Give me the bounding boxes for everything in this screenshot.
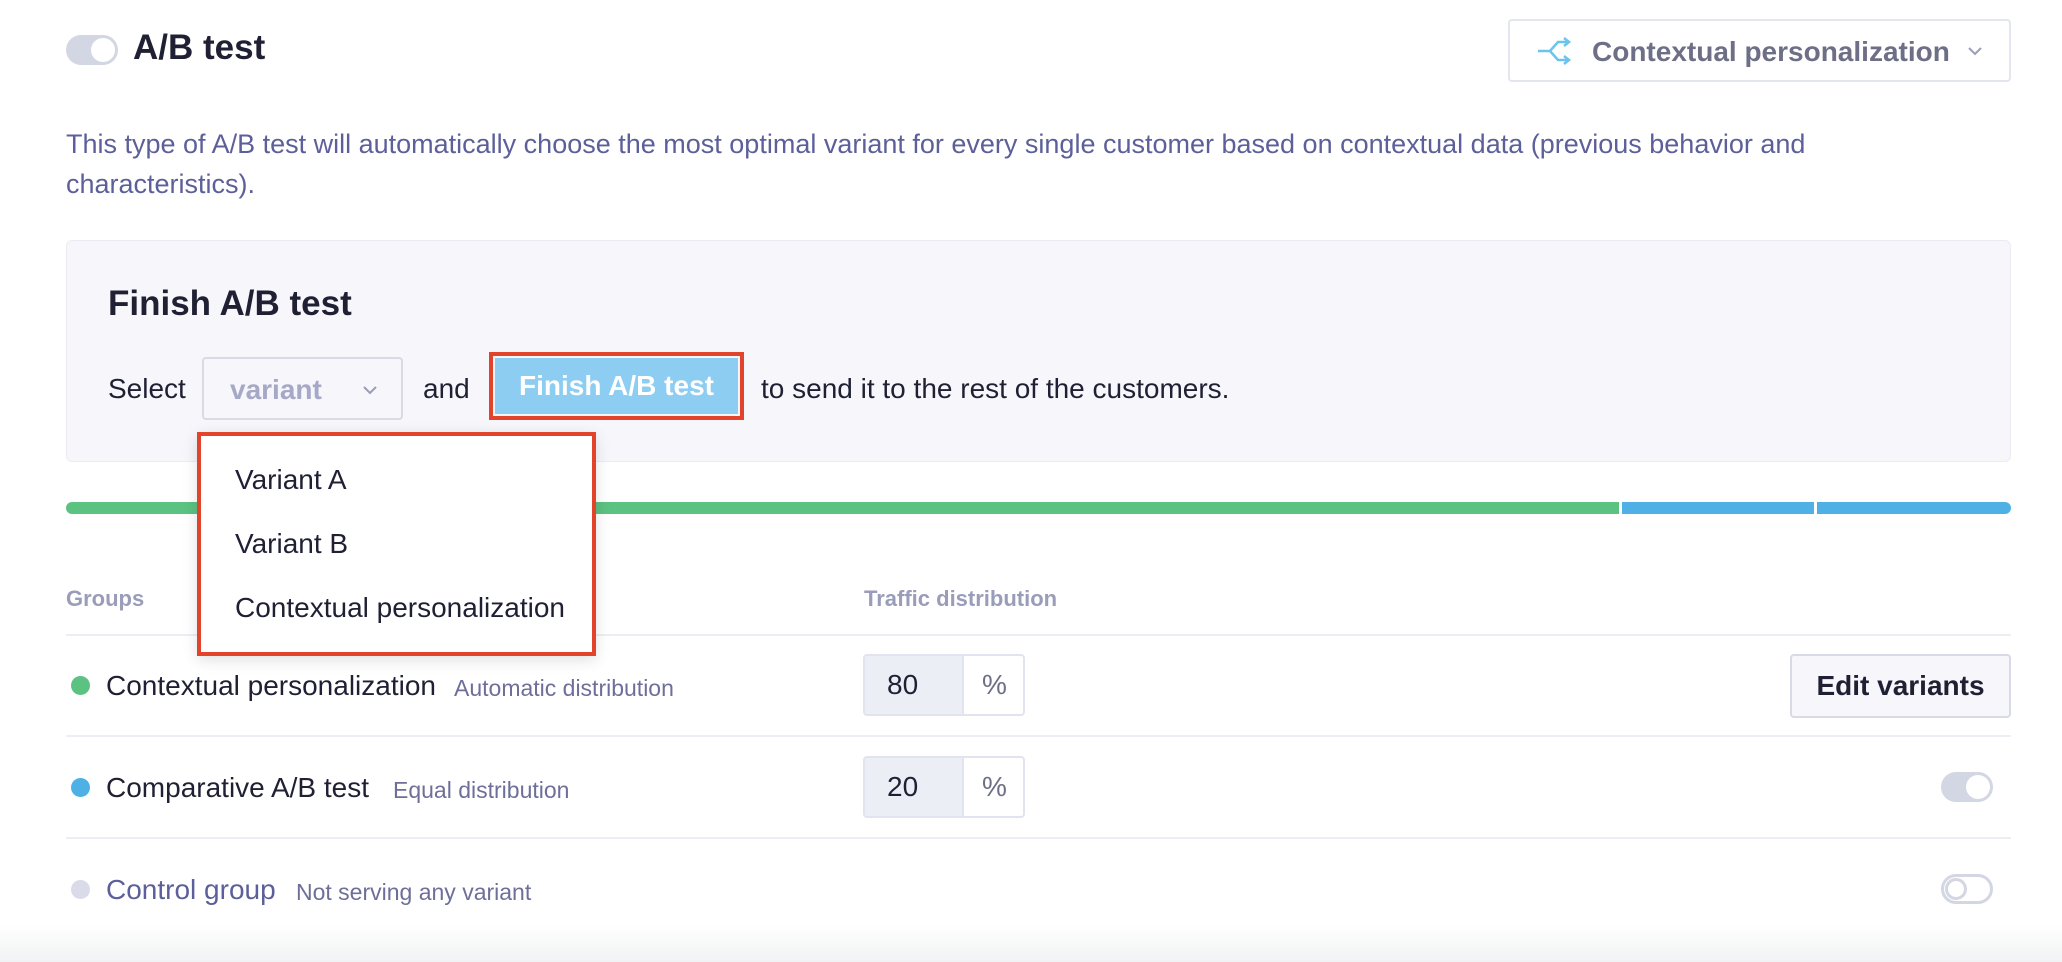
bar-segment-comparative-1 <box>1622 502 1814 514</box>
table-divider <box>66 735 2011 737</box>
ab-test-toggle[interactable] <box>66 35 118 65</box>
percent-unit: % <box>962 758 1025 816</box>
traffic-percent-value[interactable]: 20 <box>865 758 962 816</box>
group-description: Equal distribution <box>393 777 570 803</box>
table-divider <box>66 837 2011 839</box>
group-color-dot <box>71 880 90 899</box>
traffic-percent-field[interactable]: 20 % <box>863 756 1025 818</box>
dropdown-option-variant-b[interactable]: Variant B <box>235 528 348 560</box>
chevron-down-icon <box>363 386 377 395</box>
group-name: Control group <box>106 874 276 905</box>
select-label: Select <box>108 373 186 404</box>
chevron-down-icon <box>1968 47 1982 56</box>
mode-select-label: Contextual personalization <box>1592 36 1950 67</box>
percent-unit: % <box>962 656 1025 714</box>
traffic-percent-value[interactable]: 80 <box>865 656 962 714</box>
mode-select[interactable]: Contextual personalization <box>1508 19 2011 82</box>
group-name: Comparative A/B test <box>106 772 370 803</box>
bar-segment-comparative-2 <box>1817 502 2011 514</box>
edit-variants-button[interactable]: Edit variants <box>1790 654 2011 718</box>
column-header-groups: Groups <box>66 586 145 611</box>
page-title: A/B test <box>133 28 266 67</box>
finish-panel-title: Finish A/B test <box>108 284 352 323</box>
finish-ab-test-button[interactable]: Finish A/B test <box>495 358 738 414</box>
toggle-knob <box>1966 775 1990 799</box>
dropdown-option-variant-a[interactable]: Variant A <box>235 464 347 496</box>
comparative-test-toggle[interactable] <box>1941 772 1993 802</box>
variant-select-placeholder: variant <box>230 374 322 405</box>
variant-select[interactable]: variant <box>202 357 403 420</box>
traffic-percent-field[interactable]: 80 % <box>863 654 1025 716</box>
group-description: Automatic distribution <box>454 675 674 701</box>
control-group-toggle[interactable] <box>1941 874 1993 904</box>
group-color-dot <box>71 676 90 695</box>
toggle-knob <box>1945 878 1967 900</box>
finish-panel <box>66 240 2011 462</box>
description-text: This type of A/B test will automatically… <box>66 129 1806 199</box>
group-name: Contextual personalization <box>106 670 436 701</box>
column-header-traffic: Traffic distribution <box>864 586 1058 611</box>
bottom-edge-shade <box>0 925 2062 962</box>
toggle-knob <box>91 38 115 62</box>
and-label: and <box>423 373 470 404</box>
dropdown-option-contextual-personalization[interactable]: Contextual personalization <box>235 592 565 624</box>
send-to-rest-label: to send it to the rest of the customers. <box>761 373 1230 404</box>
group-color-dot <box>71 778 90 797</box>
group-description: Not serving any variant <box>296 879 532 905</box>
split-arrows-icon <box>1538 37 1572 65</box>
variant-dropdown-menu: Variant A Variant B Contextual personali… <box>197 432 596 656</box>
